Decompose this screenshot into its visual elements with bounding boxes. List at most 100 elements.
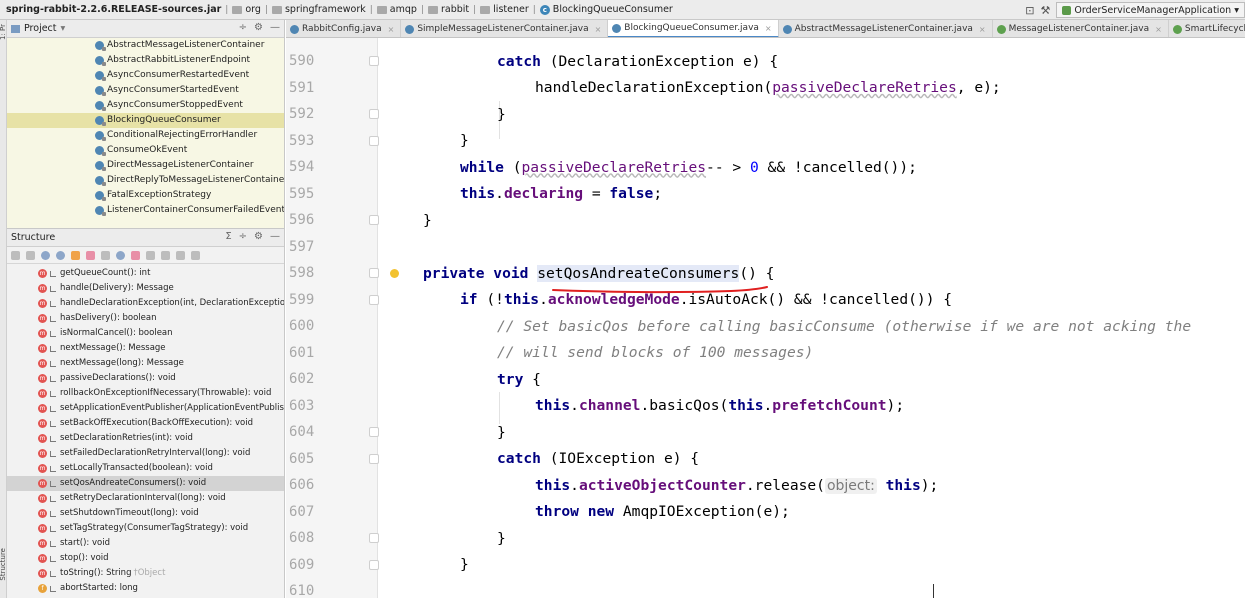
structure-item[interactable]: m hasDelivery(): boolean <box>7 311 284 326</box>
code-line-598: 598 private void setQosAndreateConsumers… <box>286 260 1245 287</box>
chevron-down-icon[interactable]: ▾ <box>61 23 66 34</box>
structure-item[interactable]: m handle(Delivery): Message <box>7 281 284 296</box>
fold-marker-icon[interactable] <box>369 268 379 279</box>
gear-icon[interactable]: ⚙ <box>254 231 263 242</box>
project-tree-item[interactable]: ConditionalRejectingErrorHandler <box>7 128 284 143</box>
autoscroll-to-source-icon[interactable] <box>176 250 185 260</box>
structure-tool-tab[interactable]: Structure <box>0 548 7 581</box>
build-hammer-icon[interactable]: ⚒ <box>1041 4 1051 17</box>
structure-item[interactable]: m setApplicationEventPublisher(Applicatio… <box>7 401 284 416</box>
fold-marker-icon[interactable] <box>369 533 379 544</box>
project-tree-item[interactable]: AsyncConsumerRestartedEvent <box>7 68 284 83</box>
structure-item[interactable]: m passiveDeclarations(): void <box>7 371 284 386</box>
editor-tab[interactable]: AbstractMessageListenerContainer.java × <box>779 20 993 37</box>
expand-all-icon[interactable]: Σ <box>225 231 231 242</box>
editor-tab[interactable]: SimpleMessageListenerContainer.java × <box>401 20 609 37</box>
close-tab-icon[interactable]: × <box>765 24 772 33</box>
breadcrumb-listener[interactable]: listener <box>477 4 532 15</box>
sort-alpha-icon[interactable] <box>11 250 20 260</box>
structure-item-label: rollbackOnExceptionIfNecessary(Throwable… <box>60 388 272 398</box>
project-tree-item[interactable]: FatalExceptionStrategy <box>7 188 284 203</box>
gear-icon[interactable]: ⚙ <box>254 22 263 33</box>
breadcrumb-springframework[interactable]: springframework <box>269 4 369 15</box>
structure-item-label: setFailedDeclarationRetryInterval(long):… <box>60 448 251 458</box>
project-tree-item[interactable]: BlockingQueueConsumer <box>7 113 284 128</box>
structure-item[interactable]: m setDeclarationRetries(int): void <box>7 431 284 446</box>
breadcrumb-jar[interactable]: spring-rabbit-2.2.6.RELEASE-sources.jar <box>0 4 224 15</box>
close-tab-icon[interactable]: × <box>979 25 986 34</box>
show-annotations-icon[interactable] <box>131 250 140 260</box>
editor-tab[interactable]: MessageListenerContainer.java × <box>993 20 1169 37</box>
structure-item[interactable]: m setRetryDeclarationInterval(long): void <box>7 491 284 506</box>
structure-item[interactable]: m isNormalCancel(): boolean <box>7 326 284 341</box>
window-icon[interactable]: ⊡ <box>1025 4 1034 17</box>
fold-marker-icon[interactable] <box>369 56 379 67</box>
project-tree-item[interactable]: DirectReplyToMessageListenerContainer <box>7 173 284 188</box>
autoscroll-from-source-icon[interactable] <box>191 250 200 260</box>
structure-item[interactable]: f abortStarted: long <box>7 581 284 596</box>
show-anonymous-icon[interactable] <box>116 250 125 260</box>
project-tree-item[interactable]: ConsumeOkEvent <box>7 143 284 158</box>
code-text: } <box>497 105 506 123</box>
editor-tab[interactable]: BlockingQueueConsumer.java × <box>608 20 779 37</box>
structure-item[interactable]: m nextMessage(long): Message <box>7 356 284 371</box>
show-non-public-icon[interactable] <box>86 250 95 260</box>
structure-item[interactable]: m setFailedDeclarationRetryInterval(long)… <box>7 446 284 461</box>
sort-visibility-icon[interactable] <box>26 250 35 260</box>
fold-marker-icon[interactable] <box>369 559 379 570</box>
structure-item[interactable]: m nextMessage(): Message <box>7 341 284 356</box>
collapse-icon[interactable] <box>161 250 170 260</box>
project-tree-item[interactable]: AsyncConsumerStoppedEvent <box>7 98 284 113</box>
structure-item[interactable]: m setBackOffExecution(BackOffExecution): … <box>7 416 284 431</box>
structure-item[interactable]: m setLocallyTransacted(boolean): void <box>7 461 284 476</box>
class-icon <box>290 24 299 34</box>
fold-marker-icon[interactable] <box>369 294 379 305</box>
editor-tab[interactable]: SmartLifecycle.java× <box>1169 20 1245 37</box>
project-tree-item[interactable]: AbstractRabbitListenerEndpoint <box>7 53 284 68</box>
structure-item[interactable]: m setShutdownTimeout(long): void <box>7 506 284 521</box>
show-lambdas-icon[interactable] <box>101 250 110 260</box>
structure-item[interactable]: m setQosAndreateConsumers(): void <box>7 476 284 491</box>
editor-tab[interactable]: RabbitConfig.java × <box>286 20 402 37</box>
close-tab-icon[interactable]: × <box>595 25 602 34</box>
method-icon: m <box>38 509 47 518</box>
structure-item[interactable]: m stop(): void <box>7 551 284 566</box>
show-properties-icon[interactable] <box>56 250 65 260</box>
minimize-icon[interactable]: — <box>270 231 280 242</box>
sync-icon[interactable]: ÷ <box>239 22 247 33</box>
close-tab-icon[interactable]: × <box>388 25 395 34</box>
fold-marker-icon[interactable] <box>369 453 379 464</box>
structure-item-label: nextMessage(long): Message <box>60 358 184 368</box>
show-fields-icon[interactable] <box>71 250 80 260</box>
structure-item[interactable]: m setTagStrategy(ConsumerTagStrategy): vo… <box>7 521 284 536</box>
breadcrumb-rabbit[interactable]: rabbit <box>425 4 472 15</box>
project-tree-item[interactable]: AbstractMessageListenerContainer <box>7 38 284 53</box>
code-editor[interactable]: 590 catch (DeclarationException e) { 591… <box>286 38 1245 598</box>
project-panel-title[interactable]: Project <box>24 23 57 34</box>
run-configuration-selector[interactable]: OrderServiceManagerApplication ▾ <box>1056 2 1245 18</box>
fold-marker-icon[interactable] <box>369 135 379 146</box>
fold-marker-icon[interactable] <box>369 109 379 120</box>
structure-item[interactable]: m start(): void <box>7 536 284 551</box>
minimize-icon[interactable]: — <box>270 22 280 33</box>
project-tree-item[interactable]: ListenerContainerConsumerFailedEvent <box>7 203 284 218</box>
close-tab-icon[interactable]: × <box>1155 25 1162 34</box>
project-tool-tab[interactable]: 1: Pr <box>0 24 7 40</box>
breadcrumb-org[interactable]: org <box>229 4 264 15</box>
project-tree-item[interactable]: DirectMessageListenerContainer <box>7 158 284 173</box>
collapse-all-icon[interactable]: ÷ <box>239 231 247 242</box>
breadcrumb-class[interactable]: c BlockingQueueConsumer <box>537 4 676 15</box>
expand-icon[interactable] <box>146 250 155 260</box>
line-number: 593 <box>289 132 315 149</box>
intention-bulb-icon[interactable] <box>390 268 399 278</box>
fold-marker-icon[interactable] <box>369 215 379 226</box>
project-tree-item[interactable]: AsyncConsumerStartedEvent <box>7 83 284 98</box>
fold-marker-icon[interactable] <box>369 427 379 438</box>
show-inherited-icon[interactable] <box>41 250 50 260</box>
structure-item[interactable]: m getQueueCount(): int <box>7 266 284 281</box>
visibility-icon <box>50 465 56 472</box>
breadcrumb-amqp[interactable]: amqp <box>374 4 420 15</box>
structure-item[interactable]: m rollbackOnExceptionIfNecessary(Throwabl… <box>7 386 284 401</box>
structure-item[interactable]: m toString(): String †Object <box>7 566 284 581</box>
structure-item[interactable]: m handleDeclarationException(int, Declara… <box>7 296 284 311</box>
